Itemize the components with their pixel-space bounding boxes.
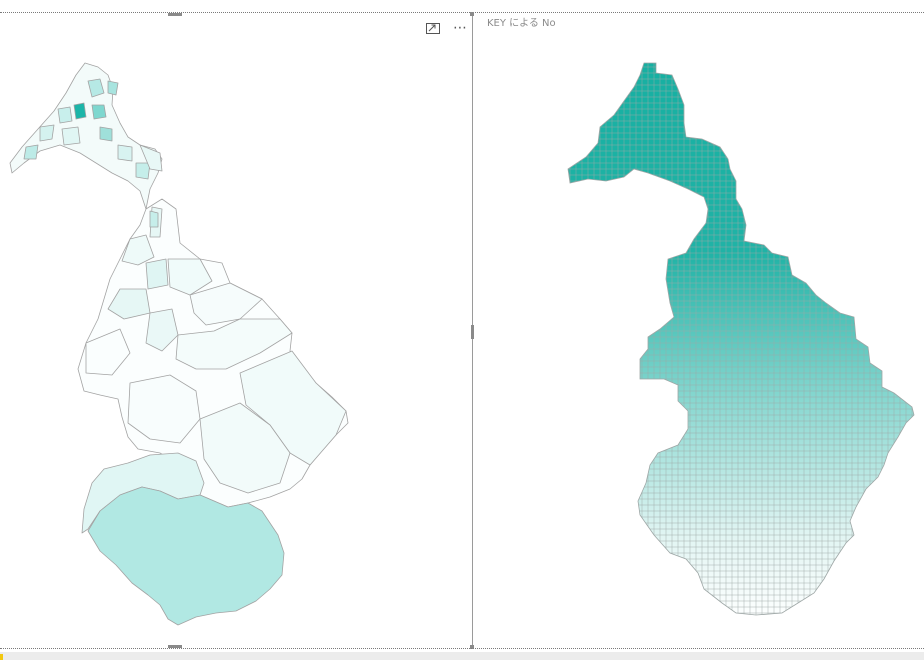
status-accent [0,654,3,660]
region-n6[interactable] [39,124,55,142]
region-n10[interactable] [117,144,133,162]
region-n5[interactable] [107,80,119,96]
region-n11[interactable] [135,162,151,180]
region-south[interactable] [87,486,285,626]
region-c2[interactable] [145,258,169,290]
grid-map-visual[interactable]: KEY による No [474,13,924,648]
region-n2[interactable] [73,102,87,120]
shape-map-visual[interactable]: ⋯ [0,12,474,649]
shape-map [9,62,349,626]
canvas-bottom-border [0,648,924,649]
region-north-urban[interactable] [9,62,163,210]
region-c13[interactable] [149,210,159,228]
status-bar [0,652,924,660]
region-n7[interactable] [23,144,39,160]
grid-map [567,62,915,616]
region-n9[interactable] [99,126,113,142]
region-n3[interactable] [91,104,107,120]
region-n8[interactable] [61,126,81,146]
region-n4[interactable] [57,106,73,124]
